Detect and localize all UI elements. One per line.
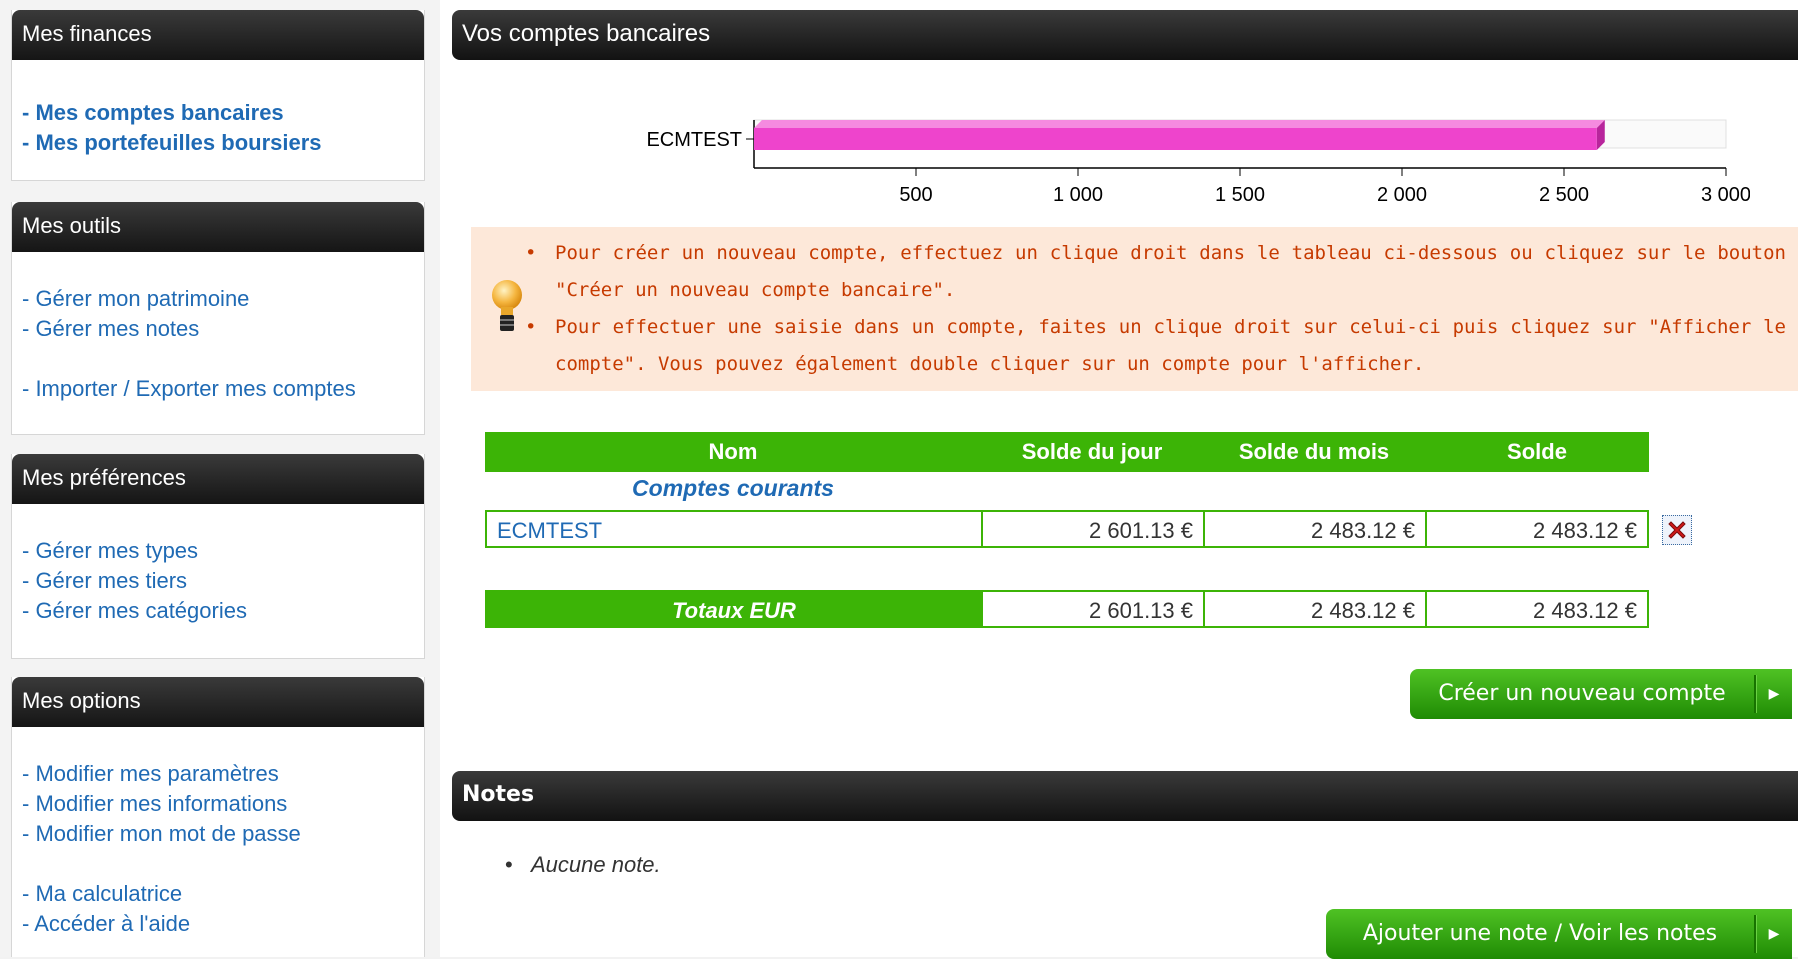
panel-mes-preferences: Mes préférences - Gérer mes types - Gére… (11, 454, 425, 659)
panel-title-finances: Mes finances (12, 10, 424, 60)
column-header-solde-jour: Solde du jour (1021, 439, 1163, 464)
delete-account-button[interactable] (1662, 515, 1692, 545)
column-header-solde: Solde (1507, 439, 1567, 464)
account-solde-jour: 2 601.13 € (981, 510, 1205, 548)
account-name-cell[interactable]: ECMTEST (485, 510, 983, 548)
lightbulb-icon (492, 280, 522, 331)
total-solde: 2 483.12 € (1425, 590, 1649, 628)
account-solde-mois: 2 483.12 € (1203, 510, 1427, 548)
total-solde-jour: 2 601.13 € (981, 590, 1205, 628)
page-title: Vos comptes bancaires (452, 10, 1798, 60)
bar-ecmtest (754, 128, 1597, 150)
accounts-bar-chart: ECMTEST 500 1 000 1 500 2 000 2 500 3 000 (646, 119, 1750, 206)
link-mes-comptes-bancaires[interactable]: - Mes comptes bancaires (22, 98, 414, 128)
panel-title-outils: Mes outils (12, 202, 424, 252)
note-item: Aucune note. (505, 852, 661, 878)
link-modifier-informations[interactable]: - Modifier mes informations (22, 789, 414, 819)
notes-title: Notes (452, 771, 1798, 821)
totals-label: Totaux EUR (485, 590, 983, 628)
total-solde-mois: 2 483.12 € (1203, 590, 1427, 628)
link-mes-portefeuilles-boursiers[interactable]: - Mes portefeuilles boursiers (22, 128, 414, 158)
link-importer-exporter[interactable]: - Importer / Exporter mes comptes (22, 374, 414, 404)
category-label: ECMTEST (646, 129, 742, 151)
add-note-button-label: Ajouter une note / Voir les notes (1362, 921, 1718, 946)
add-note-button[interactable]: Ajouter une note / Voir les notes ▶ (1326, 909, 1792, 959)
link-modifier-parametres[interactable]: - Modifier mes paramètres (22, 759, 414, 789)
panel-mes-finances: Mes finances - Mes comptes bancaires - M… (11, 10, 425, 181)
x-tick-label: 1 000 (1053, 184, 1103, 206)
x-tick-label: 2 500 (1539, 184, 1589, 206)
link-aide[interactable]: - Accéder à l'aide (22, 909, 414, 939)
tips-box: • Pour créer un nouveau compte, effectuez… (471, 227, 1798, 391)
column-header-solde-mois: Solde du mois (1238, 439, 1390, 464)
link-modifier-mot-de-passe[interactable]: - Modifier mon mot de passe (22, 819, 414, 849)
tip-item: • Pour effectuer une saisie dans un compt… (525, 316, 1786, 375)
x-tick-label: 500 (899, 184, 932, 206)
link-calculatrice[interactable]: - Ma calculatrice (22, 879, 414, 909)
link-gerer-categories[interactable]: - Gérer mes catégories (22, 596, 414, 626)
tips-list: • Pour créer un nouveau compte, effectuez… (521, 235, 1786, 383)
link-gerer-types[interactable]: - Gérer mes types (22, 536, 414, 566)
column-header-nom: Nom (708, 439, 758, 464)
delete-x-icon (1668, 521, 1686, 539)
create-account-button[interactable]: Créer un nouveau compte ▶ (1410, 669, 1792, 719)
play-arrow-icon: ▶ (1768, 686, 1780, 702)
panel-mes-options: Mes options - Modifier mes paramètres - … (11, 677, 425, 957)
notes-list: Aucune note. (505, 852, 661, 878)
panel-title-preferences: Mes préférences (12, 454, 424, 504)
create-account-button-label: Créer un nouveau compte (1438, 681, 1726, 706)
link-gerer-patrimoine[interactable]: - Gérer mon patrimoine (22, 284, 414, 314)
play-arrow-icon: ▶ (1768, 926, 1780, 942)
panel-mes-outils: Mes outils - Gérer mon patrimoine - Gére… (11, 202, 425, 435)
link-gerer-notes[interactable]: - Gérer mes notes (22, 314, 414, 344)
group-label-comptes-courants: Comptes courants (632, 475, 834, 501)
bar-top (754, 120, 1605, 128)
tip-item: • Pour créer un nouveau compte, effectuez… (525, 242, 1786, 301)
x-tick-label: 1 500 (1215, 184, 1265, 206)
x-tick-label: 3 000 (1701, 184, 1750, 206)
account-solde: 2 483.12 € (1425, 510, 1649, 548)
link-gerer-tiers[interactable]: - Gérer mes tiers (22, 566, 414, 596)
x-tick-label: 2 000 (1377, 184, 1427, 206)
panel-title-options: Mes options (12, 677, 424, 727)
